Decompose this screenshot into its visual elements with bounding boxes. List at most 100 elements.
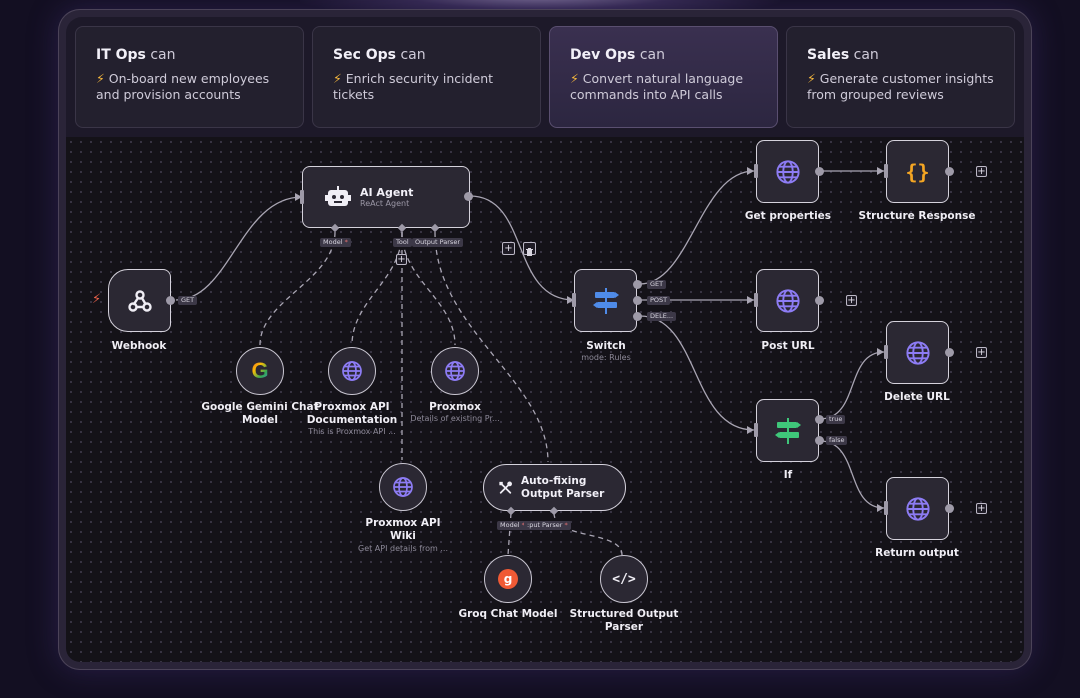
globe-icon: [445, 361, 465, 381]
globe-icon: [905, 340, 930, 365]
proxmox-subtitle: Details of existing Pr...: [410, 414, 500, 423]
ai-agent-title: AI Agent: [360, 186, 414, 199]
card-sales[interactable]: Sales can ⚡ Generate customer insights fr…: [786, 26, 1015, 128]
if-signpost-icon: [774, 417, 801, 444]
return-output-output-port[interactable]: [945, 504, 954, 513]
switch-node[interactable]: [574, 269, 637, 332]
card-team: IT Ops: [96, 47, 146, 63]
if-node[interactable]: [756, 399, 819, 462]
if-output-true[interactable]: [815, 415, 824, 424]
autofix-parser-node[interactable]: Auto-fixing Output Parser: [483, 464, 626, 511]
card-can: can: [150, 47, 176, 63]
delete-url-input-port[interactable]: [884, 345, 888, 359]
switch-output-get[interactable]: [633, 280, 642, 289]
add-node-button[interactable]: +: [502, 242, 515, 255]
tools-icon: [499, 481, 512, 494]
ai-agent-input-port[interactable]: [300, 190, 304, 204]
webhook-node[interactable]: [108, 269, 171, 332]
card-can: can: [853, 47, 879, 63]
get-properties-input-port[interactable]: [754, 164, 758, 178]
return-output-node[interactable]: [886, 477, 949, 540]
structure-response-input-port[interactable]: [884, 164, 888, 178]
trash-icon: [526, 248, 533, 256]
post-url-input-port[interactable]: [754, 293, 758, 307]
structured-parser-label: Structured Output Parser: [569, 608, 679, 633]
if-false-tag: false: [826, 436, 848, 445]
structure-response-node[interactable]: {}: [886, 140, 949, 203]
switch-delete-tag: DELE...: [647, 312, 677, 321]
proxmox-node[interactable]: [431, 347, 479, 395]
json-braces-icon: {}: [905, 159, 930, 184]
proxmox-docs-node[interactable]: [328, 347, 376, 395]
card-sec-ops[interactable]: Sec Ops can ⚡ Enrich security incident ti…: [312, 26, 541, 128]
add-after-return-button[interactable]: +: [976, 503, 987, 514]
proxmox-wiki-node[interactable]: [379, 463, 427, 511]
if-output-false[interactable]: [815, 436, 824, 445]
structured-parser-node[interactable]: </>: [600, 555, 648, 603]
bolt-icon: ⚡: [570, 71, 579, 86]
add-tool-button[interactable]: +: [396, 254, 407, 265]
switch-label: Switch: [586, 340, 626, 352]
switch-input-port[interactable]: [572, 293, 576, 307]
switch-output-post[interactable]: [633, 296, 642, 305]
card-description: Generate customer insights from grouped …: [807, 71, 994, 102]
structure-response-output-port[interactable]: [945, 167, 954, 176]
autofix-parser-title: Auto-fixing Output Parser: [521, 474, 605, 500]
return-output-label: Return output: [875, 547, 959, 559]
card-it-ops[interactable]: IT Ops can ⚡ On-board new employees and p…: [75, 26, 304, 128]
if-input-port[interactable]: [754, 423, 758, 437]
add-after-structure-button[interactable]: +: [976, 166, 987, 177]
return-output-input-port[interactable]: [884, 501, 888, 515]
delete-connection-button[interactable]: [523, 242, 536, 256]
google-icon: G: [251, 358, 269, 383]
groq-label: Groq Chat Model: [458, 608, 558, 620]
proxmox-wiki-subtitle: Get API details from ...: [358, 544, 448, 553]
post-url-label: Post URL: [761, 340, 815, 352]
switch-output-delete[interactable]: [633, 312, 642, 321]
switch-subtitle: mode: Rules: [581, 353, 631, 362]
delete-url-output-port[interactable]: [945, 348, 954, 357]
groq-icon: g: [498, 569, 518, 589]
card-team: Sec Ops: [333, 47, 397, 63]
proxmox-wiki-label: Proxmox API Wiki: [365, 517, 441, 542]
tool-tag: Tool: [393, 238, 412, 247]
switch-get-tag: GET: [647, 280, 667, 289]
autofix-parser-tag: :put Parser *: [524, 521, 571, 530]
model-tag: Model *: [320, 238, 351, 247]
webhook-output-port[interactable]: [166, 296, 175, 305]
if-label: If: [783, 469, 793, 481]
robot-icon: [325, 186, 351, 206]
globe-icon: [775, 288, 800, 313]
card-can: can: [400, 47, 426, 63]
globe-icon: [393, 477, 413, 497]
bolt-icon: ⚡: [807, 71, 816, 86]
card-team: Dev Ops: [570, 47, 636, 63]
code-icon: </>: [612, 571, 636, 587]
add-after-delete-button[interactable]: +: [976, 347, 987, 358]
ai-agent-node[interactable]: AI Agent ReAct Agent: [302, 166, 470, 228]
add-after-post-button[interactable]: +: [846, 295, 857, 306]
bolt-icon: ⚡: [96, 71, 105, 86]
card-description: On-board new employees and provision acc…: [96, 71, 270, 102]
gemini-node[interactable]: G: [236, 347, 284, 395]
get-properties-node[interactable]: [756, 140, 819, 203]
card-dev-ops[interactable]: Dev Ops can ⚡ Convert natural language co…: [549, 26, 778, 128]
get-properties-output-port[interactable]: [815, 167, 824, 176]
webhook-icon: [127, 289, 152, 312]
card-team: Sales: [807, 47, 850, 63]
globe-icon: [342, 361, 362, 381]
switch-icon: [592, 287, 619, 314]
ai-agent-output-port[interactable]: [464, 192, 473, 201]
webhook-label: Webhook: [111, 340, 167, 352]
card-can: can: [639, 47, 665, 63]
card-description: Enrich security incident tickets: [333, 71, 494, 102]
delete-url-node[interactable]: [886, 321, 949, 384]
proxmox-label: Proxmox: [429, 401, 481, 413]
globe-icon: [905, 496, 930, 521]
switch-post-tag: POST: [647, 296, 671, 305]
structure-response-label: Structure Response: [858, 210, 976, 222]
groq-node[interactable]: g: [484, 555, 532, 603]
output-parser-tag: Output Parser: [412, 238, 463, 247]
post-url-output-port[interactable]: [815, 296, 824, 305]
post-url-node[interactable]: [756, 269, 819, 332]
